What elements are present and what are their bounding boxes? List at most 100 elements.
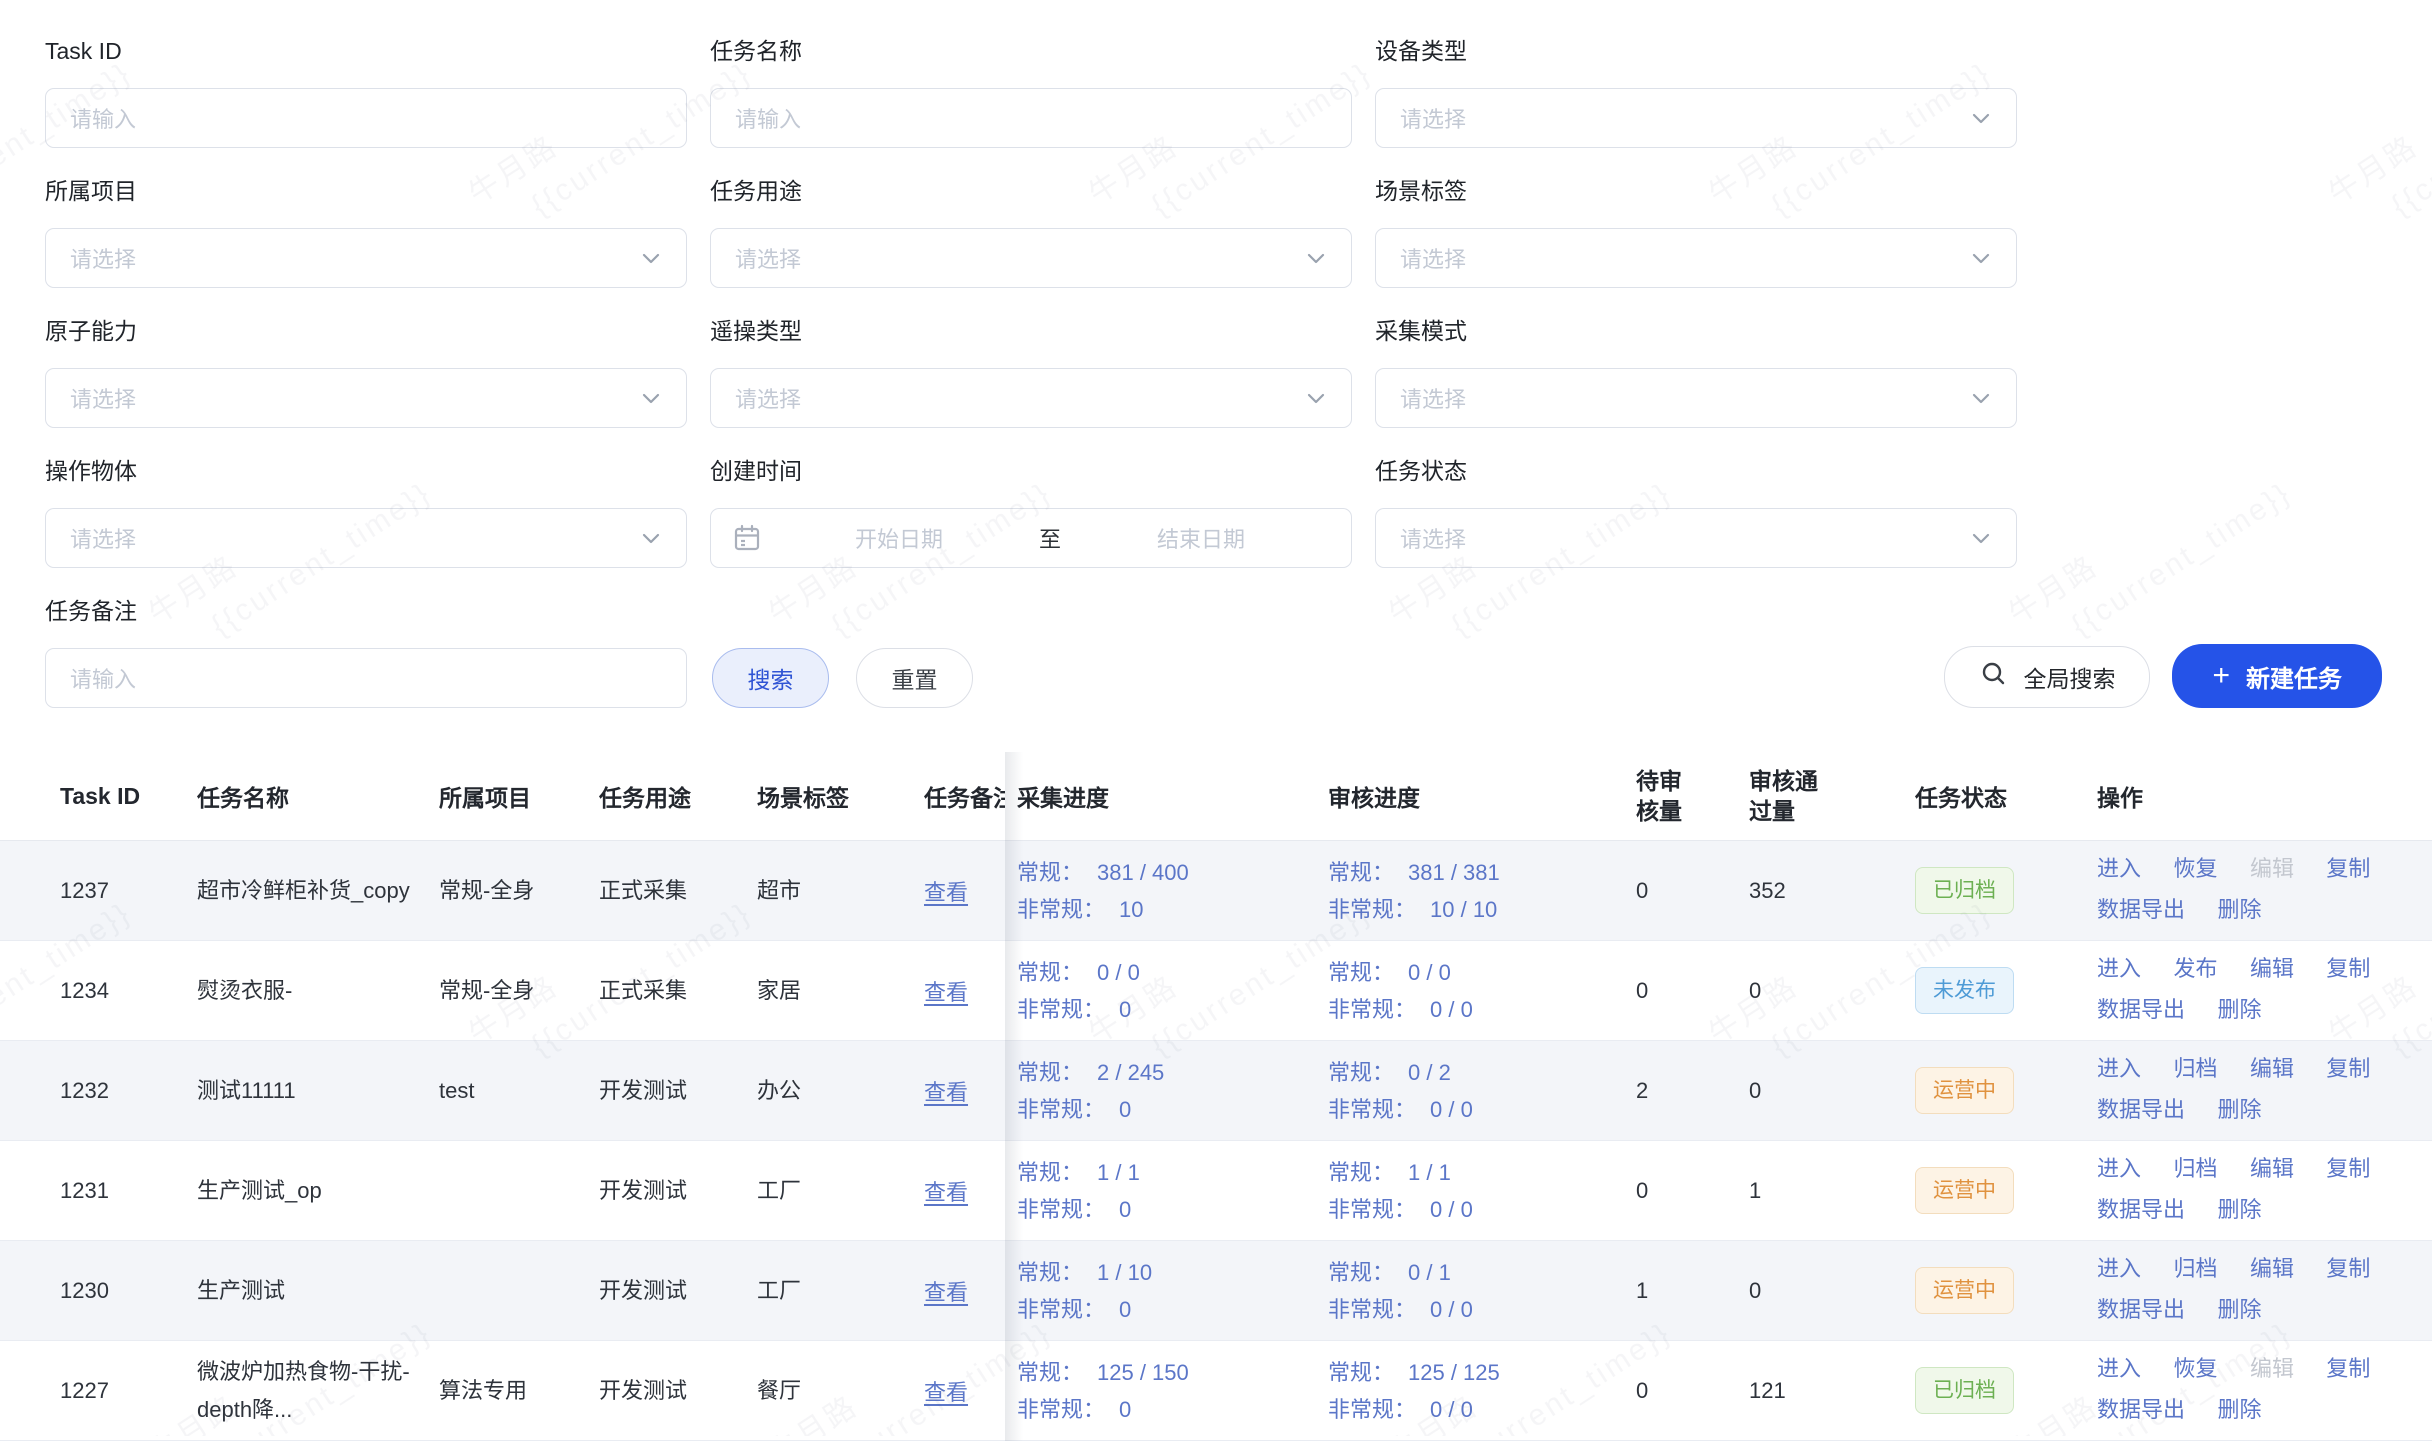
action-archive[interactable]: 归档 [2173, 1156, 2217, 1181]
cell-review-progress: 常规：381 / 381 非常规：10 / 10 [1328, 854, 1636, 928]
task-name-input[interactable]: 请输入 [710, 88, 1352, 148]
cell-actions: 进入 归档 编辑 复制 数据导出 删除 [2097, 1250, 2432, 1332]
cell-task-id: 1234 [0, 972, 197, 1010]
action-publish[interactable]: 发布 [2173, 956, 2217, 981]
cell-scene: 办公 [757, 1072, 924, 1110]
cell-task-id: 1231 [0, 1172, 197, 1210]
cell-pending: 0 [1636, 972, 1749, 1010]
task-status-select[interactable]: 请选择 [1375, 508, 2017, 568]
cell-scene: 工厂 [757, 1172, 924, 1210]
global-search-label: 全局搜索 [2023, 660, 2115, 694]
action-enter[interactable]: 进入 [2097, 956, 2141, 981]
action-enter[interactable]: 进入 [2097, 1056, 2141, 1081]
cell-project: test [439, 1072, 599, 1110]
action-copy[interactable]: 复制 [2326, 1256, 2370, 1281]
header-task-id: Task ID [0, 783, 197, 810]
action-copy[interactable]: 复制 [2326, 1056, 2370, 1081]
create-task-button[interactable]: + 新建任务 [2172, 644, 2382, 708]
status-badge: 未发布 [1915, 967, 2014, 1014]
irregular-value: 0 / 0 [1430, 1297, 1473, 1322]
cell-actions: 进入 归档 编辑 复制 数据导出 删除 [2097, 1150, 2432, 1232]
cell-name: 测试11111 [197, 1072, 439, 1110]
chevron-down-icon [1303, 245, 1329, 271]
action-export[interactable]: 数据导出 [2097, 897, 2185, 922]
filter-field-task-name: 任务名称 请输入 [710, 36, 1352, 148]
action-enter[interactable]: 进入 [2097, 1156, 2141, 1181]
action-edit[interactable]: 编辑 [2250, 1256, 2294, 1281]
action-copy[interactable]: 复制 [2326, 1156, 2370, 1181]
regular-value: 381 / 381 [1408, 860, 1500, 885]
regular-value: 125 / 125 [1408, 1360, 1500, 1385]
action-export[interactable]: 数据导出 [2097, 997, 2185, 1022]
view-remark-link[interactable]: 查看 [924, 880, 968, 905]
operate-object-select[interactable]: 请选择 [45, 508, 687, 568]
action-edit[interactable]: 编辑 [2250, 956, 2294, 981]
action-export[interactable]: 数据导出 [2097, 1097, 2185, 1122]
global-search-button[interactable]: 全局搜索 [1944, 646, 2150, 708]
action-export[interactable]: 数据导出 [2097, 1297, 2185, 1322]
action-enter[interactable]: 进入 [2097, 1356, 2141, 1381]
action-edit[interactable]: 编辑 [2250, 1156, 2294, 1181]
action-archive[interactable]: 归档 [2173, 1056, 2217, 1081]
start-date-placeholder[interactable]: 开始日期 [769, 522, 1029, 554]
status-badge: 运营中 [1915, 1167, 2014, 1214]
cell-approved: 0 [1749, 1072, 1915, 1110]
action-delete[interactable]: 删除 [2217, 1297, 2261, 1322]
action-edit[interactable]: 编辑 [2250, 1056, 2294, 1081]
reset-button[interactable]: 重置 [856, 648, 973, 708]
action-delete[interactable]: 删除 [2217, 1397, 2261, 1422]
atomic-ability-select[interactable]: 请选择 [45, 368, 687, 428]
chevron-down-icon [1303, 385, 1329, 411]
teleop-type-select[interactable]: 请选择 [710, 368, 1352, 428]
table-row: 1232 测试11111 test 开发测试 办公 查看 常规：2 / 245 … [0, 1041, 2432, 1141]
filter-label: 采集模式 [1375, 316, 2017, 346]
status-badge: 已归档 [1915, 1367, 2014, 1414]
regular-label: 常规： [1017, 960, 1083, 985]
task-id-input[interactable]: 请输入 [45, 88, 687, 148]
remark-input[interactable]: 请输入 [45, 648, 687, 708]
cell-review-progress: 常规：125 / 125 非常规：0 / 0 [1328, 1354, 1636, 1428]
cell-pending: 1 [1636, 1272, 1749, 1310]
view-remark-link[interactable]: 查看 [924, 980, 968, 1005]
action-restore[interactable]: 恢复 [2173, 1356, 2217, 1381]
placeholder: 请输入 [735, 102, 801, 134]
view-remark-link[interactable]: 查看 [924, 1080, 968, 1105]
scene-tag-select[interactable]: 请选择 [1375, 228, 2017, 288]
view-remark-link[interactable]: 查看 [924, 1380, 968, 1405]
filter-field-task-status: 任务状态 请选择 [1375, 456, 2017, 568]
table-header-row: Task ID 任务名称 所属项目 任务用途 场景标签 任务备注 采集进度 审核… [0, 752, 2432, 841]
search-button[interactable]: 搜索 [712, 648, 829, 708]
action-enter[interactable]: 进入 [2097, 856, 2141, 881]
action-copy[interactable]: 复制 [2326, 1356, 2370, 1381]
action-delete[interactable]: 删除 [2217, 1097, 2261, 1122]
action-restore[interactable]: 恢复 [2173, 856, 2217, 881]
date-range-picker[interactable]: 开始日期 至 结束日期 [710, 508, 1352, 568]
purpose-select[interactable]: 请选择 [710, 228, 1352, 288]
view-remark-link[interactable]: 查看 [924, 1280, 968, 1305]
cell-purpose: 开发测试 [599, 1272, 757, 1310]
collect-mode-select[interactable]: 请选择 [1375, 368, 2017, 428]
view-remark-link[interactable]: 查看 [924, 1180, 968, 1205]
regular-label: 常规： [1017, 1060, 1083, 1085]
filter-label: 原子能力 [45, 316, 687, 346]
action-delete[interactable]: 删除 [2217, 897, 2261, 922]
irregular-value: 0 / 0 [1430, 1197, 1473, 1222]
action-copy[interactable]: 复制 [2326, 856, 2370, 881]
cell-scene: 家居 [757, 972, 924, 1010]
action-export[interactable]: 数据导出 [2097, 1197, 2185, 1222]
action-delete[interactable]: 删除 [2217, 997, 2261, 1022]
action-archive[interactable]: 归档 [2173, 1256, 2217, 1281]
regular-value: 2 / 245 [1097, 1060, 1164, 1085]
action-export[interactable]: 数据导出 [2097, 1397, 2185, 1422]
regular-label: 常规： [1017, 1160, 1083, 1185]
project-select[interactable]: 请选择 [45, 228, 687, 288]
cell-approved: 1 [1749, 1172, 1915, 1210]
action-copy[interactable]: 复制 [2326, 956, 2370, 981]
action-delete[interactable]: 删除 [2217, 1197, 2261, 1222]
cell-project: 常规-全身 [439, 872, 599, 910]
action-enter[interactable]: 进入 [2097, 1256, 2141, 1281]
end-date-placeholder[interactable]: 结束日期 [1071, 522, 1331, 554]
cell-scene: 餐厅 [757, 1372, 924, 1410]
device-type-select[interactable]: 请选择 [1375, 88, 2017, 148]
regular-value: 1 / 1 [1408, 1160, 1451, 1185]
